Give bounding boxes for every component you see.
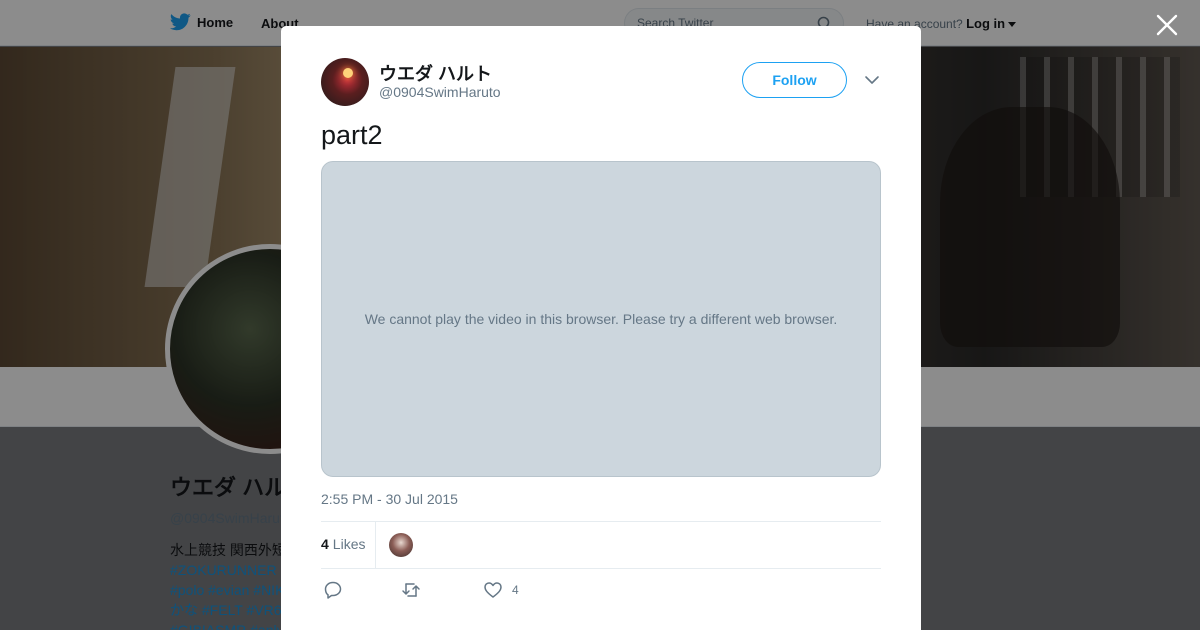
heart-icon[interactable] — [483, 580, 503, 600]
follow-button[interactable]: Follow — [742, 62, 847, 98]
liker-avatar[interactable] — [389, 533, 413, 557]
likes-label: Likes — [332, 536, 366, 552]
tweet-modal: ウエダ ハルト @0904SwimHaruto Follow part2 We … — [281, 26, 921, 630]
tweet-stats: 4 Likes — [321, 521, 881, 569]
reply-icon[interactable] — [323, 580, 343, 600]
retweet-icon[interactable] — [401, 580, 421, 600]
chevron-down-icon[interactable] — [864, 72, 880, 88]
tweet-timestamp[interactable]: 2:55 PM - 30 Jul 2015 — [321, 491, 458, 507]
close-icon[interactable] — [1154, 12, 1180, 38]
author-handle[interactable]: @0904SwimHaruto — [379, 84, 501, 100]
author-avatar[interactable] — [321, 58, 369, 106]
stats-divider — [375, 522, 376, 568]
likes-count: 4 — [321, 536, 329, 552]
video-player[interactable]: We cannot play the video in this browser… — [321, 161, 881, 477]
like-count: 4 — [512, 583, 519, 597]
tweet-text: part2 — [321, 120, 383, 150]
video-error-message: We cannot play the video in this browser… — [364, 311, 838, 327]
likes-stat[interactable]: 4 Likes — [321, 536, 365, 552]
author-name[interactable]: ウエダ ハルト — [379, 60, 492, 86]
tweet-actions: 4 — [321, 578, 881, 602]
